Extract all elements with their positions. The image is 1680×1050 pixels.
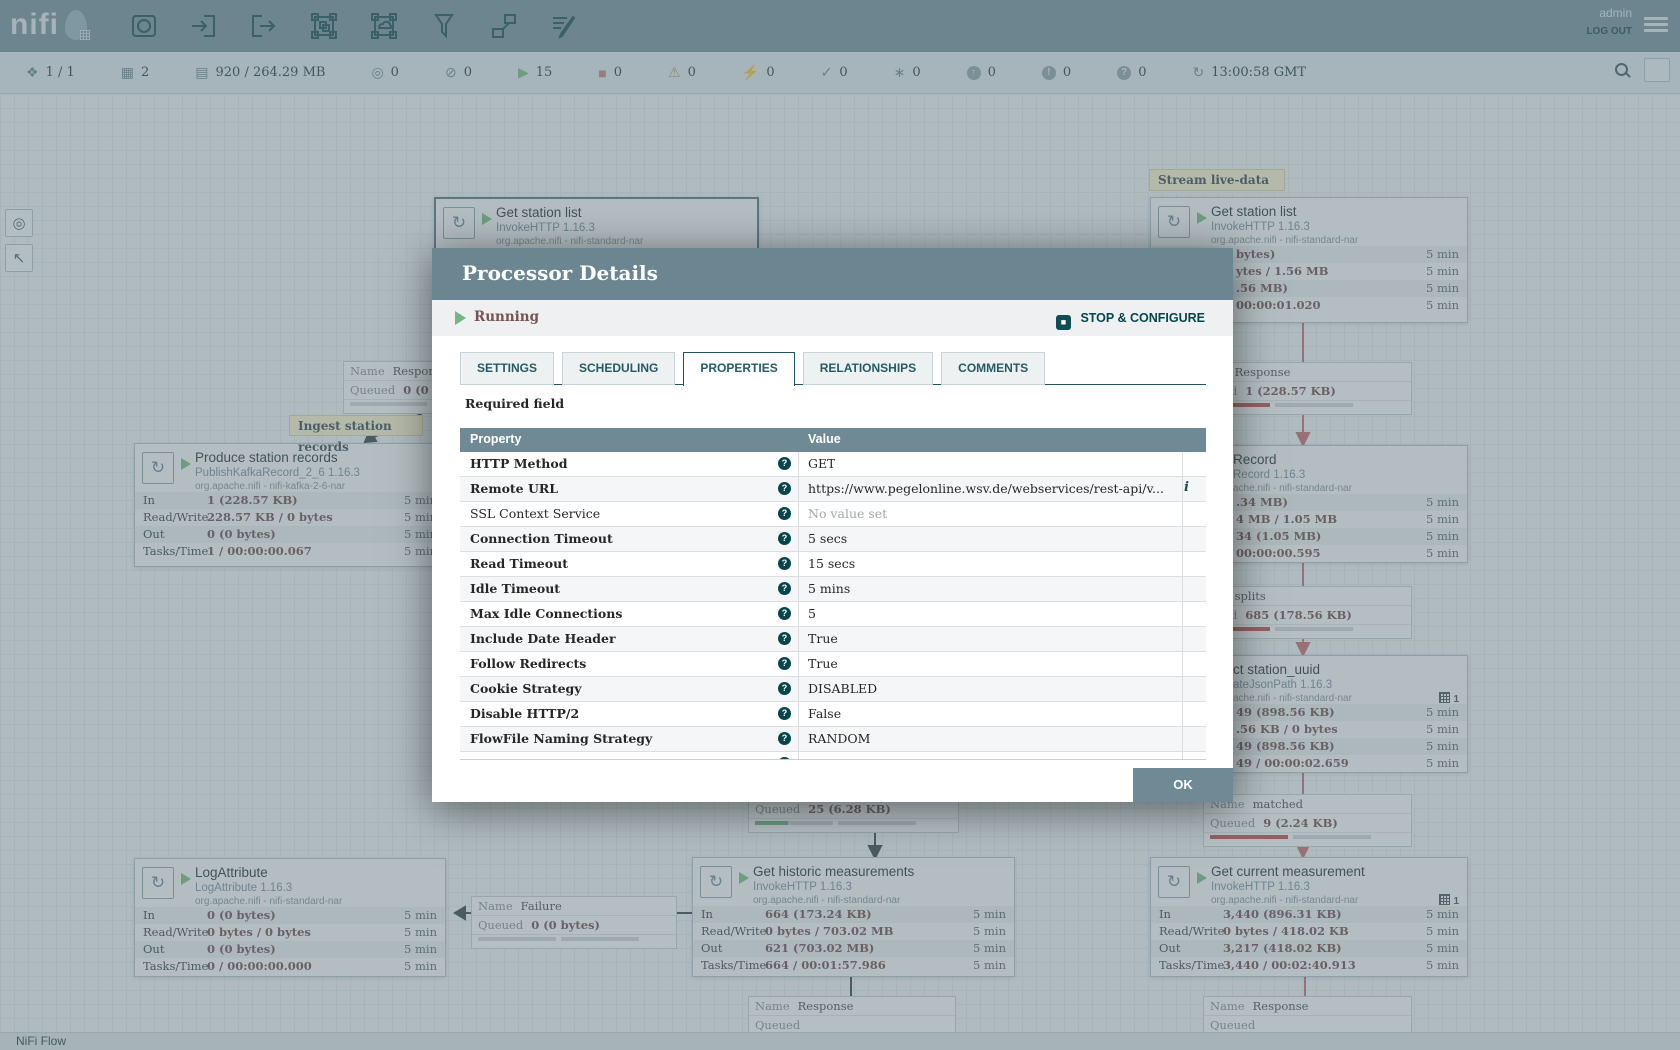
property-value[interactable]: 5 mins bbox=[808, 581, 850, 596]
tab-comments[interactable]: COMMENTS bbox=[941, 352, 1045, 385]
nifi-app: ◎ ↖ ↻Get station listInvokeHTTP 1.16.3or… bbox=[0, 0, 1680, 1050]
property-name: SSL Context Service bbox=[470, 506, 600, 521]
ok-button[interactable]: OK bbox=[1133, 768, 1233, 802]
help-icon[interactable]: ? bbox=[778, 582, 791, 595]
help-icon[interactable]: ? bbox=[778, 732, 791, 745]
help-icon[interactable]: ? bbox=[778, 507, 791, 520]
property-row[interactable]: Idle Timeout? 5 mins bbox=[460, 577, 1206, 602]
property-value[interactable]: DISABLED bbox=[808, 681, 877, 696]
help-icon[interactable]: ? bbox=[778, 482, 791, 495]
property-value[interactable]: True bbox=[808, 631, 838, 646]
property-value[interactable]: False bbox=[808, 706, 841, 721]
property-value[interactable]: No value set bbox=[808, 506, 887, 521]
property-value[interactable]: True bbox=[808, 656, 838, 671]
property-row[interactable]: Disable HTTP/2? False bbox=[460, 702, 1206, 727]
property-name: Remote URL bbox=[470, 481, 558, 496]
tab-scheduling[interactable]: SCHEDULING bbox=[562, 352, 675, 385]
property-row[interactable]: SSL Context Service? No value set bbox=[460, 502, 1206, 527]
help-icon[interactable]: ? bbox=[778, 607, 791, 620]
property-name: Read Timeout bbox=[470, 556, 568, 571]
running-status-text: Running bbox=[474, 309, 539, 325]
dialog-header: Processor Details bbox=[432, 248, 1233, 300]
required-field-note: Required field bbox=[465, 396, 564, 411]
property-row[interactable]: Attributes to Send? No value set bbox=[460, 752, 1206, 760]
help-icon[interactable]: ? bbox=[778, 707, 791, 720]
property-row[interactable]: Read Timeout? 15 secs bbox=[460, 552, 1206, 577]
value-column-header: Value bbox=[808, 432, 841, 446]
property-row[interactable]: Follow Redirects? True bbox=[460, 652, 1206, 677]
property-row[interactable]: Remote URL? https://www.pegelonline.wsv.d… bbox=[460, 477, 1206, 502]
property-name: Connection Timeout bbox=[470, 531, 613, 546]
dialog-status-bar: Running ■ STOP & CONFIGURE bbox=[432, 300, 1233, 336]
property-value[interactable]: No value set bbox=[808, 756, 887, 760]
properties-table-header: Property Value bbox=[460, 428, 1206, 452]
stop-configure-icon: ■ bbox=[1056, 315, 1071, 330]
stop-and-configure-button[interactable]: ■ STOP & CONFIGURE bbox=[1056, 309, 1205, 330]
help-icon[interactable]: ? bbox=[778, 632, 791, 645]
column-divider bbox=[798, 452, 799, 759]
help-icon[interactable]: ? bbox=[778, 557, 791, 570]
property-row[interactable]: Connection Timeout? 5 secs bbox=[460, 527, 1206, 552]
property-value[interactable]: GET bbox=[808, 456, 835, 471]
property-row[interactable]: FlowFile Naming Strategy? RANDOM bbox=[460, 727, 1206, 752]
properties-table: Property Value HTTP Method? GET Remote URL… bbox=[460, 428, 1206, 760]
help-icon[interactable]: ? bbox=[778, 532, 791, 545]
property-row[interactable]: Include Date Header? True bbox=[460, 627, 1206, 652]
property-name: Follow Redirects bbox=[470, 656, 586, 671]
property-column-header: Property bbox=[470, 432, 521, 446]
tab-settings[interactable]: SETTINGS bbox=[460, 352, 554, 385]
tab-relationships[interactable]: RELATIONSHIPS bbox=[803, 352, 933, 385]
property-name: FlowFile Naming Strategy bbox=[470, 731, 652, 746]
dialog-title: Processor Details bbox=[462, 261, 658, 285]
property-name: HTTP Method bbox=[470, 456, 567, 471]
help-icon[interactable]: ? bbox=[778, 682, 791, 695]
property-row[interactable]: Max Idle Connections? 5 bbox=[460, 602, 1206, 627]
info-icon[interactable]: i bbox=[1184, 480, 1189, 495]
property-row[interactable]: HTTP Method? GET bbox=[460, 452, 1206, 477]
running-status-icon bbox=[455, 311, 466, 325]
property-name: Disable HTTP/2 bbox=[470, 706, 579, 721]
processor-details-dialog: Processor Details Running ■ STOP & CONFI… bbox=[432, 248, 1233, 802]
property-name: Attributes to Send bbox=[470, 756, 586, 760]
property-value[interactable]: 15 secs bbox=[808, 556, 855, 571]
property-value[interactable]: RANDOM bbox=[808, 731, 870, 746]
help-icon[interactable]: ? bbox=[778, 657, 791, 670]
help-icon[interactable]: ? bbox=[778, 457, 791, 470]
property-name: Idle Timeout bbox=[470, 581, 560, 596]
property-value[interactable]: 5 bbox=[808, 606, 816, 621]
help-icon[interactable]: ? bbox=[778, 757, 791, 760]
tab-properties[interactable]: PROPERTIES bbox=[683, 352, 794, 386]
column-divider bbox=[1182, 452, 1183, 759]
property-name: Max Idle Connections bbox=[470, 606, 622, 621]
property-name: Cookie Strategy bbox=[470, 681, 582, 696]
dialog-tabs: SETTINGSSCHEDULINGPROPERTIES RELATIONSHIP… bbox=[460, 352, 1045, 386]
property-row[interactable]: Cookie Strategy? DISABLED bbox=[460, 677, 1206, 702]
property-name: Include Date Header bbox=[470, 631, 616, 646]
property-value[interactable]: 5 secs bbox=[808, 531, 847, 546]
property-value[interactable]: https://www.pegelonline.wsv.de/webservic… bbox=[808, 481, 1164, 496]
